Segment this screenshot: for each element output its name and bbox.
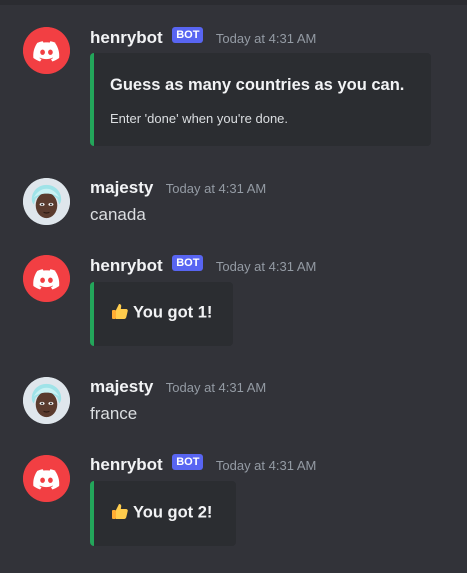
username[interactable]: henrybot (90, 455, 163, 474)
timestamp: Today at 4:31 AM (215, 457, 317, 473)
embed-title-row: You got 1! (110, 303, 212, 323)
timestamp: Today at 4:31 AM (215, 30, 317, 46)
embed-description: Enter 'done' when you're done. (110, 111, 289, 126)
embed-title: You got 1! (133, 303, 213, 322)
embed: You got 2! (90, 481, 236, 546)
embed: Guess as many countries as you can. Ente… (90, 53, 431, 146)
avatar[interactable] (23, 27, 70, 74)
message-text: canada (90, 205, 146, 224)
user-avatar-icon (23, 178, 70, 225)
bot-badge: BOT (172, 255, 204, 271)
thumbs-up-icon (110, 301, 130, 321)
embed-title-row: You got 2! (110, 503, 212, 523)
top-divider (0, 0, 467, 5)
timestamp: Today at 4:31 AM (215, 258, 317, 274)
timestamp: Today at 4:31 AM (165, 180, 267, 196)
avatar[interactable] (23, 178, 70, 225)
discord-logo-icon (23, 455, 70, 502)
avatar[interactable] (23, 377, 70, 424)
embed-title: You got 2! (133, 503, 213, 522)
username[interactable]: henrybot (90, 256, 163, 275)
thumbs-up-icon (110, 501, 130, 521)
timestamp: Today at 4:31 AM (165, 379, 267, 395)
username[interactable]: majesty (90, 178, 153, 197)
embed: You got 1! (90, 282, 233, 346)
embed-title: Guess as many countries as you can. (110, 76, 405, 94)
username[interactable]: majesty (90, 377, 153, 396)
avatar[interactable] (23, 255, 70, 302)
discord-logo-icon (23, 255, 70, 302)
discord-logo-icon (23, 27, 70, 74)
bot-badge: BOT (172, 454, 204, 470)
message-text: france (90, 404, 138, 423)
user-avatar-icon (23, 377, 70, 424)
avatar[interactable] (23, 455, 70, 502)
bot-badge: BOT (172, 27, 204, 43)
username[interactable]: henrybot (90, 28, 163, 47)
